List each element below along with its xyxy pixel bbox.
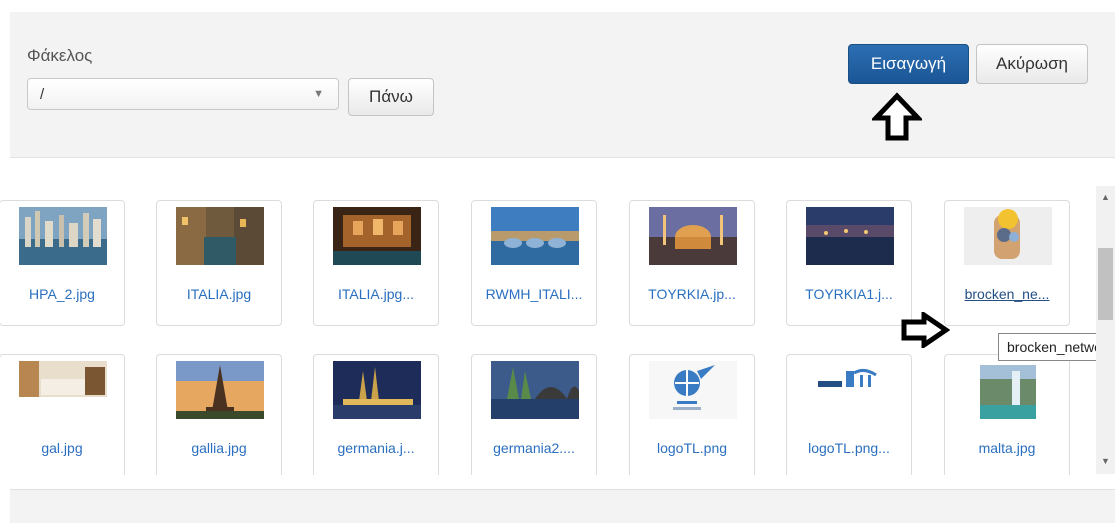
file-tile[interactable]: germania.j... [313,354,439,475]
file-name[interactable]: gallia.jpg [157,440,281,456]
waterfall-thumbnail [964,361,1052,419]
file-tile[interactable]: malta.jpg [944,354,1070,475]
river-bridge-thumbnail [491,207,579,265]
canal-thumbnail [176,207,264,265]
cologne-bridge-thumbnail [491,361,579,419]
up-button[interactable]: Πάνω [348,78,434,116]
city-skyline-thumbnail [19,207,107,265]
eiffel-tower-thumbnail [176,361,264,419]
file-name[interactable]: HPA_2.jpg [0,286,124,302]
file-tile[interactable]: logoTL.png [629,354,755,475]
file-name[interactable]: malta.jpg [945,440,1069,456]
insert-button[interactable]: Εισαγωγή [848,44,969,84]
folder-label: Φάκελος [27,46,93,65]
cologne-night-thumbnail [333,361,421,419]
file-name[interactable]: logoTL.png... [787,440,911,456]
folder-select[interactable]: / ▼ [27,78,339,110]
file-name[interactable]: ITALIA.jpg... [314,286,438,302]
file-tile[interactable]: ITALIA.jpg [156,200,282,326]
file-name[interactable]: ITALIA.jpg [157,286,281,302]
file-tile[interactable]: TOYRKIA.jp... [629,200,755,326]
file-tile[interactable]: TOYRKIA1.j... [786,200,912,326]
arrow-right-icon [901,312,950,348]
file-tile[interactable]: germania2.... [471,354,597,475]
file-name[interactable]: TOYRKIA1.j... [787,286,911,302]
file-tile[interactable]: ITALIA.jpg... [313,200,439,326]
chevron-down-icon: ▼ [313,88,324,100]
scrollbar-thumb[interactable] [1098,248,1113,320]
file-name[interactable]: germania2.... [472,440,596,456]
folder-select-value: / [40,86,45,103]
toolbar-panel: Φάκελος / ▼ Πάνω Εισαγωγή Ακύρωση [10,12,1115,158]
file-name[interactable]: TOYRKIA.jp... [630,286,754,302]
mosque-thumbnail [649,207,737,265]
file-name[interactable]: logoTL.png [630,440,754,456]
cancel-button[interactable]: Ακύρωση [976,44,1088,84]
footer-panel [10,489,1115,523]
arrow-up-icon [872,92,922,141]
file-name[interactable]: germania.j... [314,440,438,456]
bosphorus-thumbnail [806,207,894,265]
file-tile[interactable]: gallia.jpg [156,354,282,475]
file-name[interactable]: brocken_ne... [945,286,1069,302]
scroll-down-icon[interactable]: ▼ [1101,456,1110,466]
globe-logo-thumbnail [649,361,737,419]
broken-network-thumbnail [964,207,1052,265]
file-name[interactable]: gal.jpg [0,440,124,456]
file-tile[interactable]: logoTL.png... [786,354,912,475]
vertical-scrollbar[interactable]: ▲ ▼ [1096,186,1115,474]
file-name[interactable]: RWMH_ITALI... [472,286,596,302]
night-fountain-thumbnail [333,207,421,265]
file-tile[interactable]: HPA_2.jpg [0,200,125,326]
hotel-room-thumbnail [19,361,107,419]
file-tile[interactable]: RWMH_ITALI... [471,200,597,326]
scroll-up-icon[interactable]: ▲ [1101,192,1110,202]
file-tile[interactable]: brocken_ne... [944,200,1070,326]
file-tile[interactable]: gal.jpg [0,354,125,475]
union-logo-thumbnail [806,361,894,419]
